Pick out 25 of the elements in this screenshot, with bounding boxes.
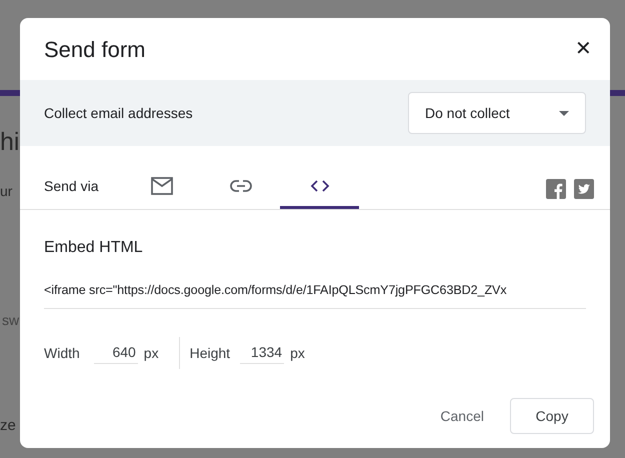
code-icon (310, 178, 330, 192)
background-text: hi (0, 127, 20, 158)
dialog-title: Send form (44, 36, 146, 64)
close-button[interactable]: ✕ (575, 39, 592, 59)
caret-icon (559, 110, 569, 116)
height-label: Height (190, 344, 230, 363)
facebook-icon[interactable] (546, 179, 566, 199)
background-text: sw (2, 311, 20, 330)
embed-heading: Embed HTML (44, 238, 144, 258)
height-field[interactable]: 1334 (240, 342, 284, 364)
mail-icon (150, 176, 172, 194)
width-unit: px (144, 344, 159, 363)
width-field[interactable]: 640 (94, 342, 138, 364)
twitter-icon[interactable] (574, 179, 594, 199)
background-text: ur (0, 182, 12, 201)
copy-button[interactable]: Copy (510, 398, 594, 434)
width-label: Width (44, 344, 80, 362)
height-unit: px (290, 344, 305, 363)
cancel-button[interactable]: Cancel (428, 398, 496, 434)
collect-email-label: Collect email addresses (44, 104, 193, 122)
embed-code-field[interactable]: <iframe src="https://docs.google.com/forms/d/e/1FAIpQLScmY7jgPFGC63BD2_ZVx (44, 278, 586, 309)
send-via-label: Send via (44, 177, 100, 196)
link-icon (230, 180, 252, 192)
collect-dropdown[interactable]: Do not collect (408, 92, 586, 134)
background-text: ze (0, 416, 16, 436)
